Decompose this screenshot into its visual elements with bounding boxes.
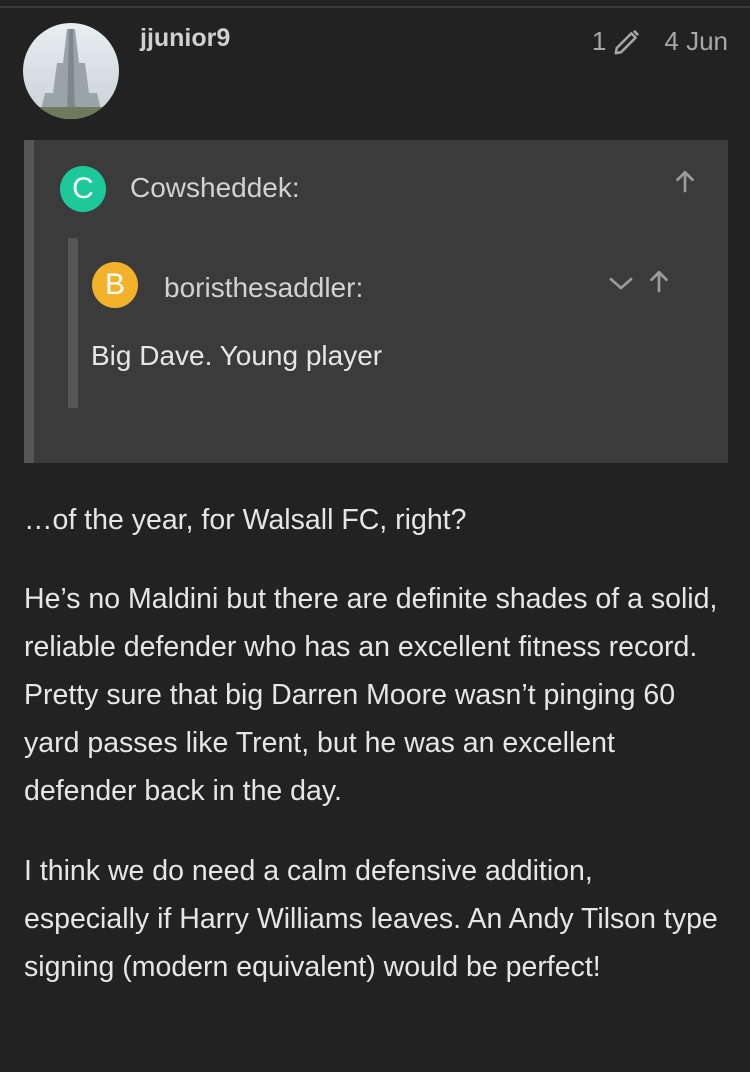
edit-count[interactable]: 1 — [592, 26, 606, 57]
top-divider — [0, 6, 750, 8]
post-date[interactable]: 4 Jun — [664, 26, 728, 57]
building-photo-icon — [23, 23, 119, 119]
user-avatar[interactable] — [23, 23, 119, 119]
nested-quote-author-name[interactable]: boristhesaddler: — [164, 272, 363, 304]
post-paragraph: …of the year, for Walsall FC, right? — [24, 504, 467, 536]
quote-author-avatar[interactable]: C — [60, 166, 106, 212]
post-paragraph: I think we do need a calm defensive addi… — [24, 855, 718, 983]
pencil-icon[interactable] — [612, 27, 642, 57]
quote-block-inner — [68, 238, 708, 408]
post-paragraph: He’s no Maldini but there are definite s… — [24, 583, 718, 807]
arrow-up-icon[interactable] — [644, 266, 674, 296]
post-meta: 1 4 Jun — [592, 26, 728, 57]
nested-quote-author-avatar[interactable]: B — [92, 262, 138, 308]
arrow-up-icon[interactable] — [670, 166, 700, 196]
quote-author-name[interactable]: Cowsheddek: — [130, 172, 300, 204]
chevron-down-icon[interactable] — [606, 268, 636, 298]
post-username[interactable]: jjunior9 — [140, 24, 230, 53]
nested-quote-text: Big Dave. Young player — [91, 340, 383, 371]
quote-block-outer: C Cowsheddek: B boristhesaddler: Big Dav… — [24, 140, 728, 463]
